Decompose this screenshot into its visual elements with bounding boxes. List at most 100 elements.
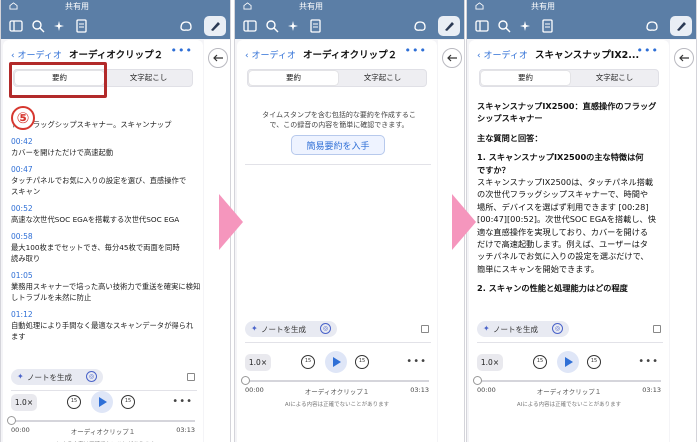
back-link[interactable]: ‹ オーディオ	[11, 48, 62, 61]
playback-speed-button[interactable]: 1.0×	[11, 394, 37, 411]
sparkle-icon[interactable]	[53, 19, 67, 33]
progress-track[interactable]	[477, 380, 661, 382]
progress-knob[interactable]	[7, 416, 16, 425]
skip-back-icon[interactable]: 15	[67, 395, 81, 409]
copy-icon[interactable]	[421, 325, 429, 333]
summary-line: [00:47][00:52]。次世代SOC EGAを搭載し、快	[477, 214, 656, 225]
transcript-line: タッチパネルでお気に入りの設定を選び、直感操作で	[11, 176, 187, 185]
tab-transcript[interactable]: 文字起こし	[338, 71, 427, 85]
timestamp-link[interactable]: 00:52	[11, 204, 33, 213]
transcript-line: カバーを開けただけで高速起動	[11, 148, 114, 157]
pen-button[interactable]	[438, 16, 460, 36]
get-summary-button[interactable]: 簡易要約を入手	[291, 135, 385, 155]
play-button[interactable]	[91, 391, 113, 413]
sparkle-icon: ✦	[251, 324, 258, 333]
home-icon[interactable]	[9, 2, 18, 10]
tab-transcript[interactable]: 文字起こし	[104, 71, 193, 85]
search-icon[interactable]	[497, 19, 511, 33]
timestamp-link[interactable]: 00:58	[11, 232, 33, 241]
copy-icon[interactable]	[187, 373, 195, 381]
shared-label: 共有用	[65, 2, 89, 11]
play-button[interactable]	[325, 351, 347, 373]
sidebar-icon[interactable]	[9, 19, 23, 33]
notes-icon[interactable]	[541, 19, 555, 33]
sidebar-icon[interactable]	[243, 19, 257, 33]
summary-line: 適な直感操作を実現しており、カバーを開ける	[477, 226, 649, 237]
timestamp-link[interactable]: 00:47	[11, 165, 33, 174]
more-menu-icon[interactable]: •••	[171, 44, 193, 57]
search-icon[interactable]	[31, 19, 45, 33]
progress-track[interactable]	[245, 380, 429, 382]
next-step-arrow	[219, 194, 243, 250]
undo-icon	[679, 54, 689, 62]
tab-summary[interactable]: 要約	[249, 71, 338, 85]
search-icon[interactable]	[265, 19, 279, 33]
back-link[interactable]: ‹ オーディオ	[477, 48, 528, 61]
progress-knob[interactable]	[241, 376, 250, 385]
home-icon[interactable]	[243, 2, 252, 10]
play-button[interactable]	[557, 351, 579, 373]
back-label: オーディオ	[483, 51, 528, 61]
sparkle-icon[interactable]	[287, 19, 301, 33]
shared-label: 共有用	[531, 2, 555, 11]
generate-notes-button[interactable]: ✦ ノートを生成 ◎	[11, 369, 103, 385]
notes-icon[interactable]	[309, 19, 323, 33]
back-label: オーディオ	[251, 51, 296, 61]
pen-icon	[211, 22, 220, 31]
toolbar	[1, 13, 230, 39]
generate-notes-button[interactable]: ✦ ノートを生成 ◎	[245, 321, 337, 337]
generate-notes-label: ノートを生成	[261, 325, 306, 334]
player-more-icon[interactable]: •••	[172, 396, 193, 407]
timestamp-link[interactable]: 01:05	[11, 271, 33, 280]
transcript-line: ます	[11, 332, 26, 341]
header: ‹ オーディオ スキャンスナップIX2... •••	[469, 44, 669, 64]
sparkle-icon[interactable]	[519, 19, 533, 33]
highlight-box	[9, 62, 107, 98]
content-card: ‹ オーディオ オーディオクリップ２ ••• 要約 文字起こし トラフラッグシッ…	[3, 40, 203, 442]
more-menu-icon[interactable]: •••	[637, 44, 659, 57]
transcript-line: 自動処理により手間なく最適なスキャンデータが得られ	[11, 321, 194, 330]
playback-speed-button[interactable]: 1.0×	[477, 354, 503, 371]
top-strip: 共有用	[467, 0, 696, 13]
shape-icon[interactable]	[413, 19, 427, 33]
sidebar-icon[interactable]	[475, 19, 489, 33]
top-strip: 共有用	[235, 0, 464, 13]
tab-transcript[interactable]: 文字起こし	[570, 71, 659, 85]
generate-notes-button[interactable]: ✦ ノートを生成 ◎	[477, 321, 569, 337]
back-link[interactable]: ‹ オーディオ	[245, 48, 296, 61]
generate-notes-label: ノートを生成	[27, 373, 72, 382]
back-label: オーディオ	[17, 51, 62, 61]
player-more-icon[interactable]: •••	[406, 356, 427, 367]
page-title: スキャンスナップIX2...	[535, 50, 640, 61]
more-menu-icon[interactable]: •••	[405, 44, 427, 57]
progress-track[interactable]	[11, 420, 195, 422]
timestamp-link[interactable]: 00:42	[11, 137, 33, 146]
notes-icon[interactable]	[75, 19, 89, 33]
skip-back-icon[interactable]: 15	[533, 355, 547, 369]
skip-back-icon[interactable]: 15	[301, 355, 315, 369]
undo-button[interactable]	[208, 48, 228, 68]
summary-heading: 主な質問と回答：	[477, 132, 543, 143]
copy-icon[interactable]	[653, 325, 661, 333]
player-more-icon[interactable]: •••	[638, 356, 659, 367]
pen-button[interactable]	[670, 16, 692, 36]
summary-line: の次世代フラッグシップスキャナーで、時間や	[477, 189, 649, 200]
undo-button[interactable]	[442, 48, 462, 68]
shape-icon[interactable]	[645, 19, 659, 33]
home-icon[interactable]	[475, 2, 484, 10]
timestamp-link[interactable]: 01:12	[11, 310, 33, 319]
ai-badge-icon: ◎	[320, 323, 331, 334]
skip-forward-icon[interactable]: 15	[355, 355, 369, 369]
clip-name: オーディオクリップ１	[536, 388, 602, 396]
playback-speed-button[interactable]: 1.0×	[245, 354, 271, 371]
shape-icon[interactable]	[179, 19, 193, 33]
undo-button[interactable]	[674, 48, 694, 68]
skip-forward-icon[interactable]: 15	[121, 395, 135, 409]
progress-knob[interactable]	[473, 376, 482, 385]
pen-button[interactable]	[204, 16, 226, 36]
tab-summary[interactable]: 要約	[481, 71, 570, 85]
skip-forward-icon[interactable]: 15	[587, 355, 601, 369]
generate-notes-label: ノートを生成	[493, 325, 538, 334]
ai-notice: AIによる内容は正確でないことがあります	[516, 402, 622, 408]
tab-switcher: 要約 文字起こし	[247, 69, 427, 87]
